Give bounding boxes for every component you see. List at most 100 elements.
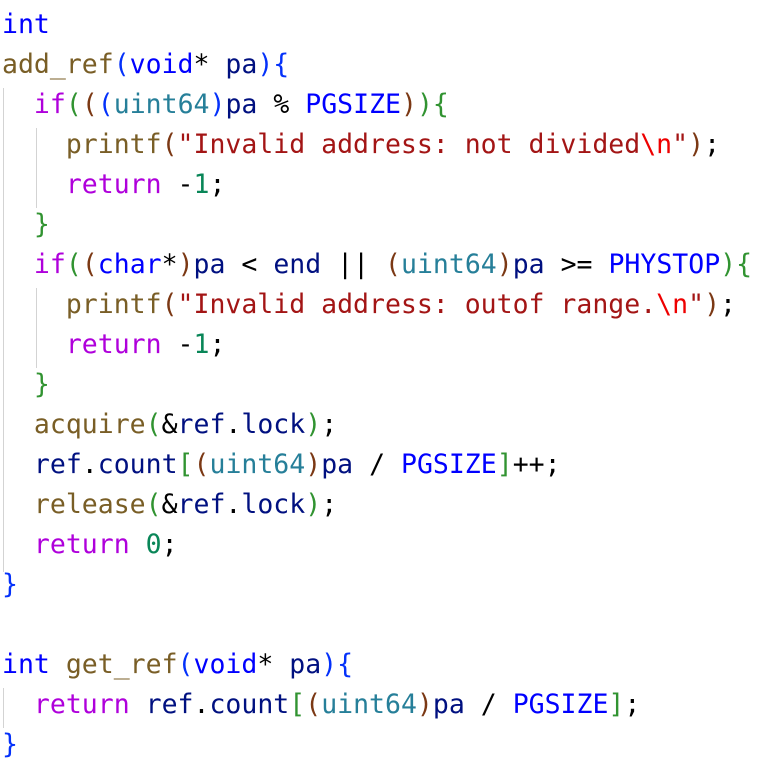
code-token: - xyxy=(161,329,194,360)
code-line: if(((uint64)pa % PGSIZE)){ xyxy=(2,85,449,125)
code-editor[interactable]: int add_ref(void* pa){ if(((uint64)pa % P… xyxy=(0,0,780,760)
code-token: \n xyxy=(640,129,673,160)
code-token: pa xyxy=(225,89,258,120)
code-token: { xyxy=(736,249,753,280)
code-token: "Invalid address: outof range. xyxy=(177,289,657,320)
code-token: " xyxy=(672,129,689,160)
code-token: ( xyxy=(161,129,178,160)
code-token: 1 xyxy=(193,329,210,360)
code-token: ) xyxy=(209,89,226,120)
code-line: } xyxy=(2,205,50,245)
code-token: * xyxy=(193,49,226,80)
code-token: { xyxy=(337,649,354,680)
code-token: ref xyxy=(145,689,194,720)
code-token: } xyxy=(33,369,50,400)
code-token: add_ref xyxy=(2,49,114,80)
code-token: ( xyxy=(305,689,322,720)
code-token: - xyxy=(161,169,194,200)
code-token: PGSIZE xyxy=(305,89,401,120)
code-token: ( xyxy=(65,89,82,120)
code-line: return -1; xyxy=(2,325,226,365)
code-token: ; xyxy=(321,409,338,440)
code-token: ) xyxy=(416,89,433,120)
code-line: int xyxy=(2,5,50,45)
code-token: PGSIZE xyxy=(512,689,609,720)
code-line: printf("Invalid address: not divided\n")… xyxy=(2,125,720,165)
code-token: ( xyxy=(97,89,114,120)
code-line: } xyxy=(2,565,18,605)
code-token: } xyxy=(33,209,50,240)
code-token: 1 xyxy=(193,169,210,200)
code-token: ( xyxy=(81,89,98,120)
code-token: || xyxy=(321,249,386,280)
code-token: ] xyxy=(608,689,625,720)
code-token: get_ref xyxy=(65,649,178,680)
code-token: ( xyxy=(113,49,130,80)
code-token: >= xyxy=(544,249,609,280)
code-token: void xyxy=(129,49,194,80)
code-token: ( xyxy=(161,289,178,320)
code-token: return xyxy=(65,169,162,200)
code-token: release xyxy=(33,489,146,520)
code-token: < xyxy=(225,249,274,280)
code-token: ) xyxy=(400,89,417,120)
code-token: ) xyxy=(688,129,705,160)
code-token: & xyxy=(161,409,178,440)
code-token: ; xyxy=(161,529,178,560)
code-token: uint64 xyxy=(209,449,306,480)
code-token: ) xyxy=(321,649,338,680)
code-line: add_ref(void* pa){ xyxy=(2,45,289,85)
code-line: ref.count[(uint64)pa / PGSIZE]++; xyxy=(2,445,561,485)
code-token: ( xyxy=(145,489,162,520)
code-token: pa xyxy=(321,449,354,480)
code-token: uint64 xyxy=(113,89,210,120)
code-token: return xyxy=(33,529,130,560)
code-token: } xyxy=(2,729,18,760)
code-token: % xyxy=(257,89,306,120)
code-token: printf xyxy=(65,289,162,320)
code-token: ) xyxy=(257,49,274,80)
code-line: return 0; xyxy=(2,525,178,565)
code-token: ref xyxy=(177,489,226,520)
code-token: pa xyxy=(225,49,258,80)
code-token: pa xyxy=(193,249,226,280)
code-token: ; xyxy=(720,289,736,320)
code-token: PHYSTOP xyxy=(608,249,721,280)
code-token: return xyxy=(65,329,162,360)
code-token: lock xyxy=(241,489,306,520)
code-token: void xyxy=(193,649,258,680)
code-token: & xyxy=(161,489,178,520)
code-token: count xyxy=(209,689,290,720)
code-line: } xyxy=(2,725,18,765)
code-token: if xyxy=(33,89,66,120)
code-token: ) xyxy=(305,489,322,520)
code-token: ) xyxy=(496,249,513,280)
code-token: . xyxy=(193,689,210,720)
code-token: return xyxy=(33,689,130,720)
code-token: uint64 xyxy=(401,249,497,280)
code-token: ; xyxy=(704,129,721,160)
code-token: ) xyxy=(305,449,322,480)
code-line: if((char*)pa < end || (uint64)pa >= PHYS… xyxy=(2,245,752,285)
code-token: / xyxy=(353,449,401,480)
code-token: 0 xyxy=(145,529,162,560)
code-token: ( xyxy=(65,249,82,280)
code-token: . xyxy=(81,449,98,480)
code-token: uint64 xyxy=(321,689,417,720)
code-token: * xyxy=(257,649,290,680)
code-token: { xyxy=(273,49,290,80)
code-token: ) xyxy=(416,689,433,720)
code-token: end xyxy=(273,249,322,280)
